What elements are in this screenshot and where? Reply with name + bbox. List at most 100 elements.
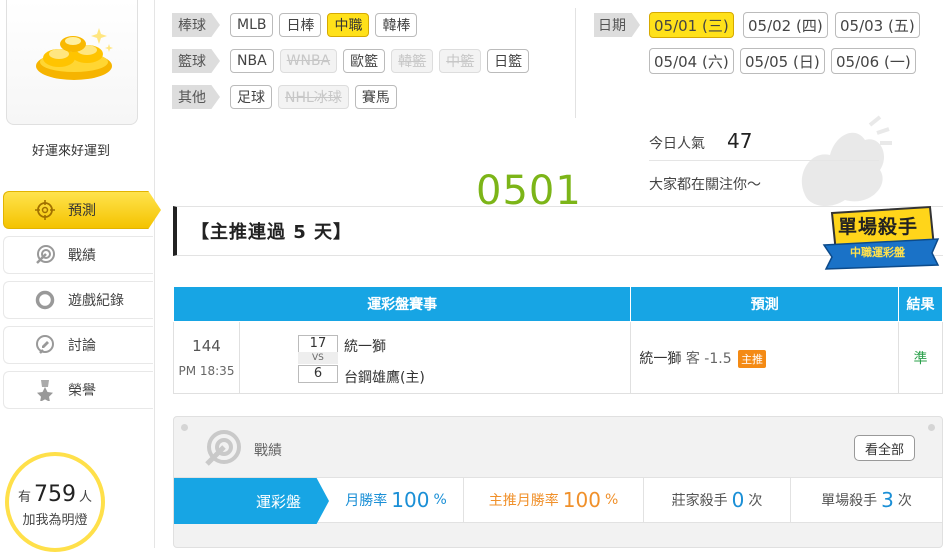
mascot-watermark-icon xyxy=(801,115,892,207)
panel-corner-dot xyxy=(181,424,188,431)
category-label-baseball: 棒球 xyxy=(172,13,220,37)
date-tab-0503[interactable]: 05/03 (五) xyxy=(835,12,920,38)
stats-bar: 運彩盤 月勝率 100 % 主推月勝率 100 % 莊家殺手 0 次 單場殺手 … xyxy=(174,477,942,524)
crosshair-icon xyxy=(34,199,56,221)
stat-value: 100 xyxy=(562,488,601,512)
filter-euro-basketball[interactable]: 歐籃 xyxy=(343,49,386,73)
avatar[interactable] xyxy=(6,0,138,125)
filter-row-basketball: 籃球 NBA WNBA 歐籃 韓籃 中籃 日籃 xyxy=(172,49,530,73)
handicap: -1.5 xyxy=(704,350,732,367)
sidebar-item-label: 討論 xyxy=(68,338,96,354)
stat-value: 0 xyxy=(731,488,745,512)
date-tab-0505[interactable]: 05/05 (日) xyxy=(740,48,825,74)
popularity-count: 47 xyxy=(727,129,753,153)
record-ring-icon xyxy=(34,289,56,311)
headline-text: 【主推連過 5 天】 xyxy=(191,222,353,243)
badge-title: 單場殺手 xyxy=(838,216,919,238)
fans-follow-label: 加我為明燈 xyxy=(22,513,88,528)
stat-label: 單場殺手 xyxy=(821,493,878,509)
date-tab-0504[interactable]: 05/04 (六) xyxy=(649,48,734,74)
badge-subtitle: 中職運彩盤 xyxy=(850,246,905,259)
home-score: 6 xyxy=(297,365,338,383)
target-icon xyxy=(205,430,241,466)
date-label: 日期 xyxy=(594,13,640,37)
fans-counter[interactable]: 有 759 人 加我為明燈 xyxy=(5,452,105,552)
filter-japan-basketball[interactable]: 日籃 xyxy=(487,49,530,73)
single-game-killer-badge: 單場殺手 中職運彩盤 xyxy=(822,205,940,271)
game-number: 144 xyxy=(192,336,221,355)
home-team[interactable]: 台鋼雄鷹(主) xyxy=(344,367,425,387)
username: 好運來好運到 xyxy=(31,144,110,159)
stat-value: 100 xyxy=(391,488,430,512)
stat-unit: 次 xyxy=(897,493,912,509)
filter-horse-racing[interactable]: 賽馬 xyxy=(354,85,397,109)
stat-main-pick-win-rate: 主推月勝率 100 % xyxy=(464,478,644,522)
result: 準 xyxy=(898,321,943,394)
sidebar-item-label: 遊戲紀錄 xyxy=(68,293,124,309)
main-pick-badge: 主推 xyxy=(738,349,767,368)
sidebar-item-game-records[interactable]: 遊戲紀錄 xyxy=(3,281,153,319)
filter-row-baseball: 棒球 MLB 日棒 中職 韓棒 xyxy=(172,13,418,37)
stat-monthly-win-rate: 月勝率 100 % xyxy=(329,478,464,522)
filter-soccer[interactable]: 足球 xyxy=(230,85,272,109)
prediction-table: 運彩盤賽事 預測 結果 144 PM 18:35 17 VS 6 統一獅 台鋼雄… xyxy=(172,286,943,394)
game-time: PM 18:35 xyxy=(178,363,235,378)
sidebar-item-discussion[interactable]: 討論 xyxy=(3,326,153,364)
sidebar: 好運來好運到 預測 戰績 遊戲紀錄 討論 榮譽 有 759 人 加我為明燈 xyxy=(0,0,161,552)
away-score: 17 xyxy=(297,335,338,353)
stat-single-game-killer: 單場殺手 3 次 xyxy=(791,478,942,522)
prediction-cell: 統一獅 客 -1.5 主推 xyxy=(630,321,900,394)
date-tab-0501[interactable]: 05/01 (三) xyxy=(649,12,734,38)
filter-nba[interactable]: NBA xyxy=(230,49,274,73)
column-header-result: 結果 xyxy=(898,286,943,322)
filter-wnba: WNBA xyxy=(279,49,338,73)
panel-corner-dot xyxy=(928,424,935,431)
vs-label: VS xyxy=(297,352,338,364)
column-header-event: 運彩盤賽事 xyxy=(172,286,632,322)
filter-korea-basketball: 韓籃 xyxy=(391,49,434,73)
filter-kbo[interactable]: 韓棒 xyxy=(375,13,418,37)
sidebar-item-predict[interactable]: 預測 xyxy=(3,191,161,229)
filter-divider xyxy=(575,8,576,118)
stat-label: 主推月勝率 xyxy=(488,493,559,509)
filter-nhl: NHL冰球 xyxy=(278,85,349,109)
stat-unit: % xyxy=(433,492,447,508)
popularity-label: 今日人氣 xyxy=(649,136,705,152)
filter-mlb[interactable]: MLB xyxy=(230,13,274,37)
filter-npb[interactable]: 日棒 xyxy=(279,13,322,37)
predicted-side: 客 xyxy=(685,350,700,367)
stat-label: 莊家殺手 xyxy=(671,493,728,509)
see-all-button[interactable]: 看全部 xyxy=(854,435,916,461)
stat-unit: 次 xyxy=(748,493,763,509)
gold-ingot-icon xyxy=(36,28,113,80)
predicted-team: 統一獅 xyxy=(639,350,682,367)
record-title: 戰績 xyxy=(254,443,282,459)
table-row: 144 PM 18:35 17 VS 6 統一獅 台鋼雄鷹(主) 統一獅 客 -… xyxy=(173,321,943,394)
stat-label: 月勝率 xyxy=(345,493,388,509)
sidebar-item-label: 戰績 xyxy=(68,248,96,264)
filter-row-other: 其他 足球 NHL冰球 賽馬 xyxy=(172,85,397,109)
away-team[interactable]: 統一獅 xyxy=(344,336,386,356)
filter-cpbl[interactable]: 中職 xyxy=(327,13,370,37)
medal-icon xyxy=(34,379,56,401)
filter-china-basketball: 中籃 xyxy=(439,49,482,73)
matchup: 17 VS 6 統一獅 台鋼雄鷹(主) xyxy=(238,321,632,394)
stat-unit: % xyxy=(604,492,619,508)
date-tab-0506[interactable]: 05/06 (一) xyxy=(831,48,916,74)
popularity-subtitle: 大家都在關注你～ xyxy=(649,177,761,193)
sidebar-item-record[interactable]: 戰績 xyxy=(3,236,153,274)
stats-type-tab[interactable]: 運彩盤 xyxy=(174,478,329,524)
stat-bookie-killer: 莊家殺手 0 次 xyxy=(644,478,791,522)
date-tab-0502[interactable]: 05/02 (四) xyxy=(743,12,828,38)
game-info: 144 PM 18:35 xyxy=(173,321,240,394)
stat-value: 3 xyxy=(881,488,894,512)
sidebar-item-honors[interactable]: 榮譽 xyxy=(3,371,153,409)
fans-count: 759 xyxy=(34,482,76,507)
popularity-divider xyxy=(649,160,879,161)
column-header-prediction: 預測 xyxy=(630,286,900,322)
category-label-other: 其他 xyxy=(172,85,220,109)
target-icon xyxy=(34,244,56,266)
fans-suffix: 人 xyxy=(79,490,93,505)
chat-icon xyxy=(34,334,56,356)
record-panel: 戰績 看全部 運彩盤 月勝率 100 % 主推月勝率 100 % 莊家殺手 0 … xyxy=(173,416,943,548)
